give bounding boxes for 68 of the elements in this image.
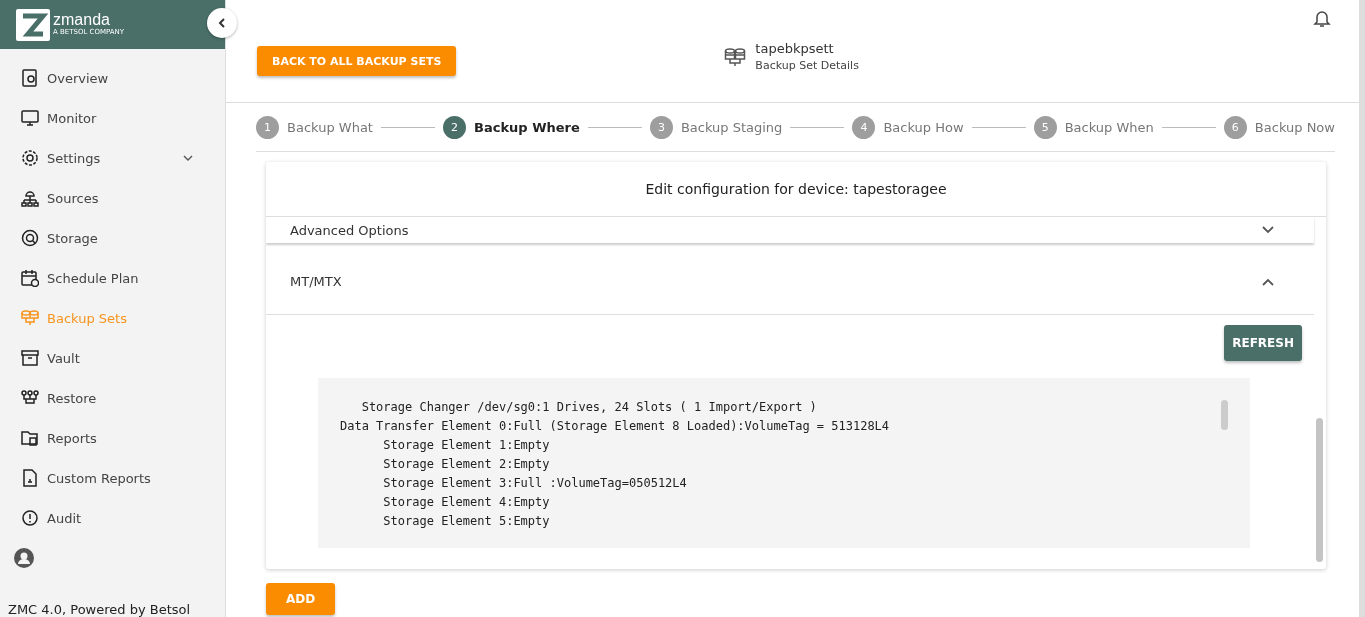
nav-item[interactable]: Schedule Plan — [0, 258, 225, 298]
step-label: Backup What — [287, 119, 373, 135]
nav-item[interactable]: Audit — [0, 498, 225, 538]
stepper-step[interactable]: 6 Backup Now — [1223, 115, 1335, 139]
step-number: 4 — [852, 115, 876, 139]
nav-item[interactable]: Monitor — [0, 98, 225, 138]
collapse-button[interactable] — [207, 8, 237, 38]
version-text: ZMC 4.0, Powered by Betsol — [7, 601, 192, 617]
backup-set-subtitle: Backup Set Details — [755, 59, 859, 72]
nav-item[interactable]: Vault — [0, 338, 225, 378]
logo-wordmark: zmanda — [53, 12, 111, 28]
console-line: Storage Element 4:Empty — [382, 494, 550, 511]
console-line: Storage Element 5:Empty — [382, 513, 550, 528]
step-label: Backup Where — [474, 119, 580, 135]
stepper-step[interactable]: 1 Backup What — [256, 115, 373, 139]
nav-item[interactable]: Storage — [0, 218, 225, 258]
alert-icon — [21, 509, 39, 527]
stepper-step[interactable]: 5 Backup When — [1033, 115, 1154, 139]
chevron-up-icon — [1262, 277, 1274, 286]
nav-item[interactable]: Restore — [0, 378, 225, 418]
refresh-button[interactable]: REFRESH — [1224, 325, 1302, 361]
step-label: Backup When — [1064, 119, 1154, 135]
settings-icon — [21, 149, 39, 167]
user-avatar-icon — [14, 548, 34, 568]
logo-icon — [16, 8, 50, 41]
chevron-left-icon — [217, 17, 227, 29]
nav-item[interactable]: Reports — [0, 418, 225, 458]
step-label: Backup Staging — [680, 119, 783, 135]
backup-set-name: tapebkpsett — [755, 41, 835, 56]
file-icon — [21, 469, 39, 487]
stepper-step[interactable]: 2 Backup Where — [443, 115, 580, 139]
accordion-title: Advanced Options — [290, 222, 409, 238]
console-line: Storage Changer /dev/sg0:1 Drives, 24 Slots ( 1 Import/Export ) — [360, 399, 817, 416]
nav-item[interactable]: Custom Reports — [0, 458, 225, 498]
nav-item[interactable]: Sources — [0, 178, 225, 218]
step-label: Backup How — [883, 119, 964, 135]
step-number: 1 — [256, 115, 279, 139]
folder-icon — [21, 429, 39, 447]
storage-icon — [21, 229, 39, 247]
dialog-title: Edit configuration for device: tapestoragee — [266, 162, 1326, 217]
database-pair-icon — [724, 46, 747, 67]
accordion-header[interactable]: Advanced Options — [266, 217, 1314, 243]
accordion-header[interactable]: MT/MTX — [266, 249, 1314, 315]
calendar-icon — [21, 269, 39, 287]
scrollbar-thumb[interactable] — [1221, 400, 1228, 430]
step-number: 6 — [1223, 115, 1247, 139]
step-label: Backup Now — [1254, 119, 1335, 135]
console-line: Storage Element 3:Full :VolumeTag=050512L4 — [382, 475, 687, 492]
console-line: Storage Element 2:Empty — [382, 456, 550, 473]
stepper-step[interactable]: 4 Backup How — [852, 115, 964, 139]
scrollbar-thumb[interactable] — [1316, 418, 1323, 562]
database-pair-icon — [21, 309, 39, 327]
restore-icon — [21, 389, 39, 407]
step-number: 3 — [649, 115, 673, 139]
nav-item[interactable]: Settings — [0, 138, 225, 178]
monitor-icon — [21, 109, 39, 127]
console-line: Data Transfer Element 0:Full (Storage Element 8 Loaded):VolumeTag = 513128L4 — [340, 418, 890, 435]
network-icon — [21, 189, 39, 207]
document-icon — [21, 69, 39, 87]
chevron-down-icon — [1262, 226, 1274, 234]
step-number: 2 — [443, 115, 467, 139]
stepper-step[interactable]: 3 Backup Staging — [649, 115, 783, 139]
nav-item[interactable]: Overview — [0, 58, 225, 98]
step-number: 5 — [1033, 115, 1057, 139]
console-line: Storage Element 1:Empty — [382, 437, 550, 454]
archive-icon — [21, 349, 39, 367]
accordion-title: MT/MTX — [290, 274, 342, 289]
notification-bell-icon — [1313, 8, 1331, 28]
